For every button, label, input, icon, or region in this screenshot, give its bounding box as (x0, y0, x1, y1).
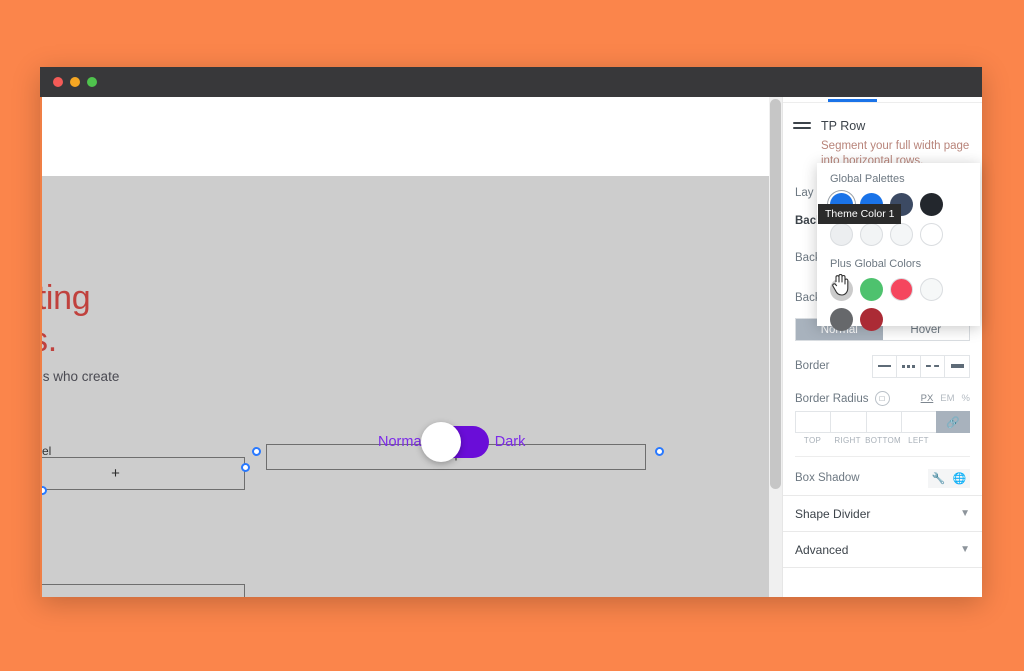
link-icon[interactable]: 🔗 (936, 411, 970, 433)
tooltip-theme-color: Theme Color 1 (818, 204, 901, 224)
plus-color-6-swatch[interactable] (860, 308, 883, 331)
minimize-button[interactable] (70, 77, 80, 87)
add-section-box-bottom[interactable]: + (40, 584, 245, 597)
mode-label-normal: Normal (378, 434, 425, 450)
hero-section[interactable]: e in creating plications. iplinary creat… (42, 176, 782, 597)
border-style-group[interactable] (872, 355, 970, 378)
plus-global-color-swatches[interactable]: ✓ (830, 278, 967, 331)
border-radius-captions: TOP RIGHT BOTTOM LEFT (795, 436, 970, 445)
selection-handle[interactable] (40, 486, 47, 495)
globe-icon[interactable]: 🌐 (949, 469, 970, 488)
tab-content-active-indicator[interactable] (828, 99, 877, 102)
switch-knob[interactable] (421, 422, 461, 462)
unit-px[interactable]: PX (921, 393, 934, 404)
window-titlebar (40, 67, 982, 97)
caption-spacer (936, 436, 970, 445)
theme-switch[interactable] (431, 426, 489, 458)
accordion-shape-divider[interactable]: Shape Divider ▼ (783, 496, 982, 531)
radius-left-input[interactable] (901, 411, 936, 433)
box-shadow-label: Box Shadow (795, 472, 860, 484)
global-palettes-title: Global Palettes (830, 173, 967, 185)
radius-top-input[interactable] (795, 411, 830, 433)
theme-color-8-swatch[interactable] (920, 223, 943, 246)
accordion-advanced-label: Advanced (795, 543, 848, 557)
panel-tabbar[interactable] (783, 97, 982, 103)
hero-heading: e in creating plications. (40, 277, 90, 361)
browser-window: e in creating plications. iplinary creat… (40, 67, 982, 597)
canvas-scrollbar[interactable] (769, 97, 782, 597)
mode-toggle[interactable]: Normal Dark (378, 426, 525, 458)
border-label: Border (795, 360, 830, 372)
unit-tabs[interactable]: PX EM % (921, 393, 970, 404)
wrench-icon[interactable]: 🔧 (928, 469, 949, 488)
border-style-dotted[interactable] (897, 356, 921, 377)
accordion-advanced[interactable]: Advanced ▼ (783, 532, 982, 567)
accordion-shape-divider-label: Shape Divider (795, 507, 870, 521)
caption-bottom: BOTTOM (865, 436, 901, 445)
selection-handle[interactable] (241, 463, 250, 472)
border-style-solid[interactable] (873, 356, 897, 377)
chevron-down-icon[interactable]: ▼ (960, 544, 970, 555)
box-shadow-row[interactable]: Box Shadow 🔧 🌐 (783, 461, 982, 495)
plus-global-colors-title: Plus Global Colors (830, 258, 967, 270)
editor-canvas[interactable]: e in creating plications. iplinary creat… (40, 97, 782, 597)
selection-handle[interactable] (252, 447, 261, 456)
caption-left: LEFT (901, 436, 936, 445)
caption-top: TOP (795, 436, 830, 445)
rows-icon (793, 122, 811, 129)
selection-handle[interactable] (655, 447, 664, 456)
color-picker-popover[interactable]: Global Palettes Plus Global Colors ✓ (817, 163, 980, 326)
theme-color-4-swatch[interactable] (920, 193, 943, 216)
close-button[interactable] (53, 77, 63, 87)
box-shadow-controls[interactable]: 🔧 🌐 (928, 469, 970, 488)
chevron-down-icon[interactable]: ▼ (960, 508, 970, 519)
clipped-label: el (42, 444, 51, 458)
border-style-dashed[interactable] (921, 356, 945, 377)
hero-subtext: iplinary creatives who create ful & effe… (40, 366, 119, 410)
canvas-scrollbar-thumb[interactable] (770, 99, 781, 489)
plus-color-4-swatch[interactable] (920, 278, 943, 301)
plus-color-3-swatch[interactable] (890, 278, 913, 301)
unit-percent[interactable]: % (962, 393, 970, 404)
cursor-pointer-icon (832, 274, 850, 296)
border-radius-inputs[interactable]: 🔗 (795, 411, 970, 433)
layout-label: Lay (795, 187, 814, 199)
desktop-icon[interactable]: □ (875, 391, 890, 406)
unit-em[interactable]: EM (940, 393, 954, 404)
theme-color-6-swatch[interactable] (860, 223, 883, 246)
border-radius-label: Border Radius (795, 393, 869, 405)
mode-label-dark: Dark (495, 434, 526, 450)
theme-color-5-swatch[interactable] (830, 223, 853, 246)
caption-right: RIGHT (830, 436, 865, 445)
site-header (42, 97, 782, 176)
border-style-double[interactable] (945, 356, 969, 377)
theme-color-7-swatch[interactable] (890, 223, 913, 246)
divider (795, 456, 970, 457)
widget-title: TP Row (821, 119, 970, 133)
add-section-box-left[interactable]: + (40, 457, 245, 490)
plus-color-5-swatch[interactable] (830, 308, 853, 331)
maximize-button[interactable] (87, 77, 97, 87)
radius-right-input[interactable] (830, 411, 865, 433)
radius-bottom-input[interactable] (866, 411, 901, 433)
border-radius-header: Border Radius □ PX EM % (783, 383, 982, 409)
border-row[interactable]: Border (783, 349, 982, 383)
divider (783, 567, 982, 568)
plus-color-2-swatch[interactable] (860, 278, 883, 301)
